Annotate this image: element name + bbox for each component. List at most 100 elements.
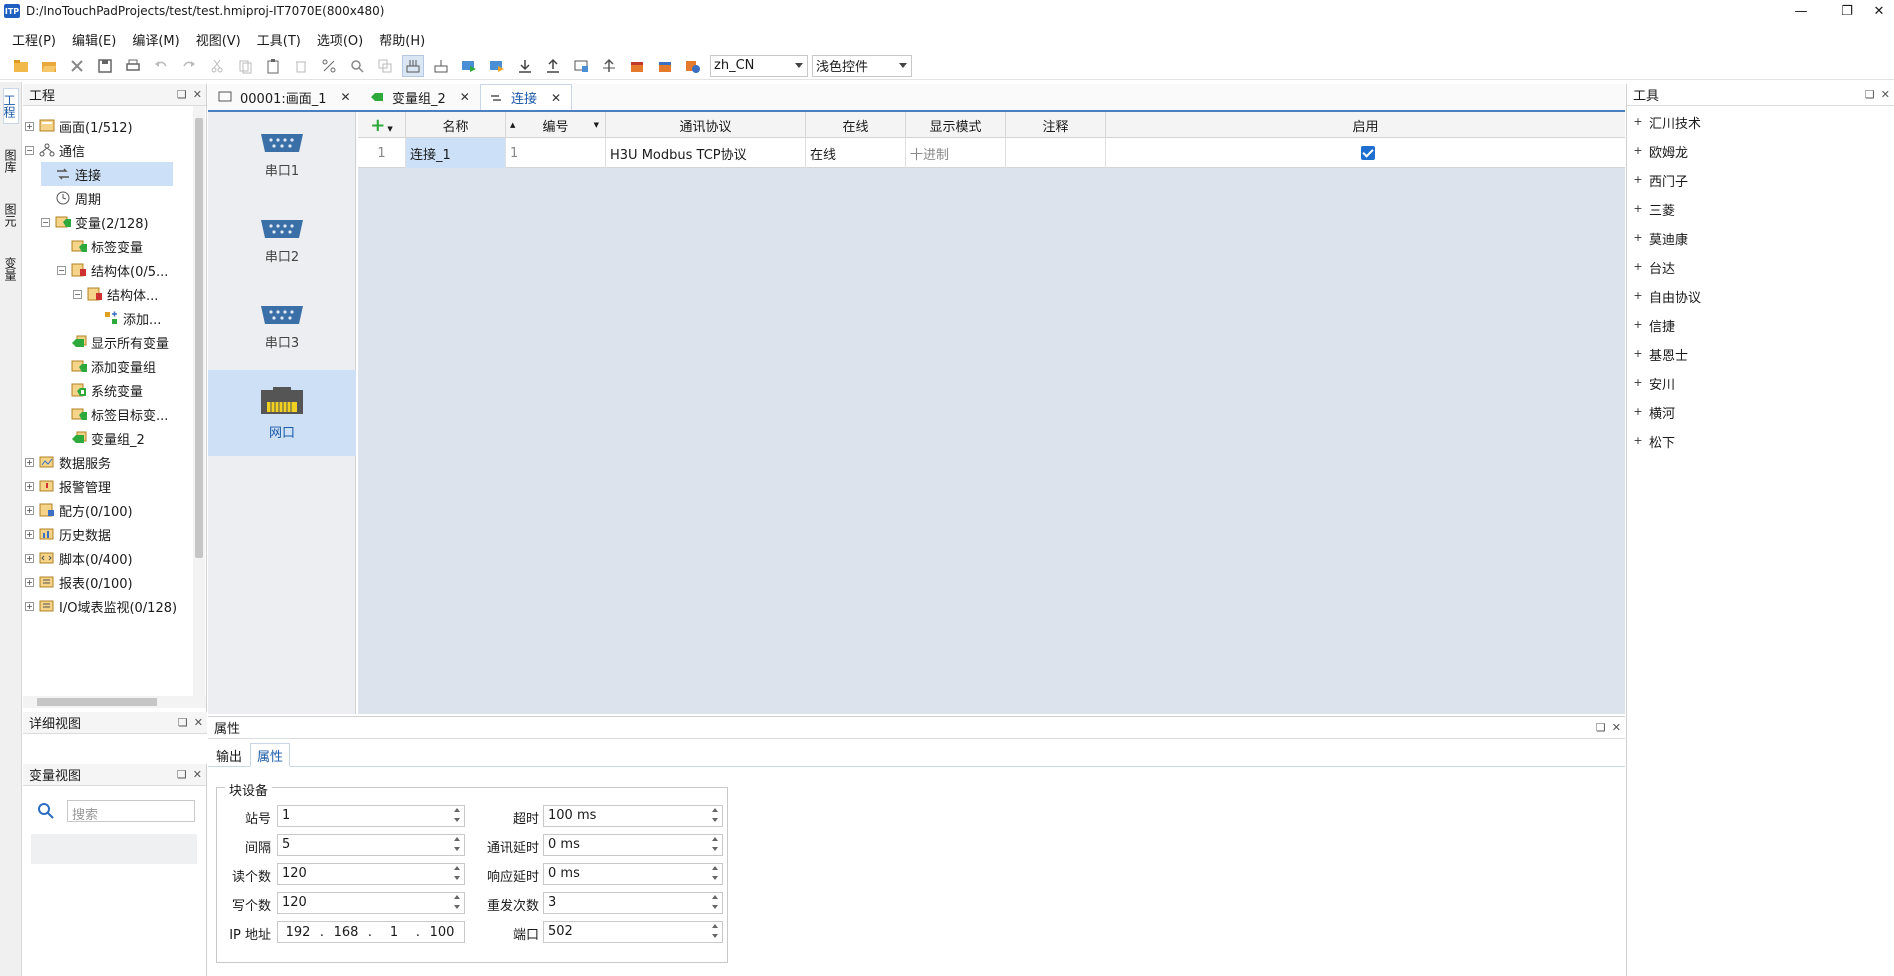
- close-icon[interactable]: ✕: [193, 88, 202, 101]
- package-icon[interactable]: [626, 55, 648, 77]
- float-icon[interactable]: ❏: [1596, 721, 1606, 734]
- close-tab-icon[interactable]: ✕: [460, 90, 470, 104]
- find-icon[interactable]: [346, 55, 368, 77]
- expand-icon[interactable]: +: [25, 121, 34, 131]
- tree-item[interactable]: 显示所有变量: [57, 330, 169, 354]
- expand-icon[interactable]: +: [1633, 377, 1643, 388]
- close-icon[interactable]: ✕: [1612, 721, 1621, 734]
- expand-icon[interactable]: +: [25, 529, 34, 539]
- collapse-icon[interactable]: −: [25, 145, 34, 155]
- expand-icon[interactable]: +: [1633, 145, 1643, 156]
- menu-help[interactable]: 帮助(H): [379, 30, 425, 49]
- menu-tools[interactable]: 工具(T): [257, 30, 301, 49]
- expand-icon[interactable]: +: [1633, 406, 1643, 417]
- tool-vendor-item[interactable]: + 安川: [1633, 371, 1675, 395]
- tree-item[interactable]: 系统变量: [57, 378, 143, 402]
- package-settings-icon[interactable]: [682, 55, 704, 77]
- spin-up-icon[interactable]: [454, 837, 460, 841]
- tab-output[interactable]: 输出: [210, 743, 248, 767]
- retry-count-input[interactable]: 3: [543, 892, 723, 914]
- float-icon[interactable]: ❏: [1865, 88, 1875, 101]
- cell-display-mode[interactable]: 十进制: [906, 138, 1006, 168]
- close-button[interactable]: ✕: [1856, 0, 1894, 22]
- col-display-mode[interactable]: 显示模式: [906, 112, 1006, 138]
- side-tab-project[interactable]: 工程: [2, 88, 19, 124]
- spin-down-icon[interactable]: [712, 847, 718, 851]
- print-icon[interactable]: [122, 55, 144, 77]
- collapse-icon[interactable]: −: [41, 217, 50, 227]
- tab-screen-1[interactable]: 00001:画面_1 ✕: [210, 84, 358, 110]
- port-input[interactable]: 502: [543, 921, 723, 943]
- tool-vendor-item[interactable]: + 莫迪康: [1633, 226, 1688, 250]
- tool-vendor-item[interactable]: + 台达: [1633, 255, 1675, 279]
- expand-icon[interactable]: +: [1633, 232, 1643, 243]
- delete-icon[interactable]: [290, 55, 312, 77]
- expand-icon[interactable]: +: [1633, 435, 1643, 446]
- download-icon[interactable]: [514, 55, 536, 77]
- spin-up-icon[interactable]: [712, 866, 718, 870]
- enabled-checkbox[interactable]: [1360, 146, 1375, 160]
- port-ethernet[interactable]: 网口: [208, 370, 356, 456]
- col-protocol[interactable]: 通讯协议: [606, 112, 806, 138]
- tree-item[interactable]: + 报表(0/100): [25, 570, 133, 594]
- spin-down-icon[interactable]: [454, 847, 460, 851]
- expand-icon[interactable]: +: [1633, 290, 1643, 301]
- write-count-input[interactable]: 120: [277, 892, 465, 914]
- close-icon[interactable]: ✕: [193, 768, 202, 781]
- variable-search-input[interactable]: 搜索: [67, 800, 195, 823]
- tool-vendor-item[interactable]: + 欧姆龙: [1633, 139, 1688, 163]
- upload-icon[interactable]: [542, 55, 564, 77]
- close-project-icon[interactable]: [66, 55, 88, 77]
- float-icon[interactable]: ❏: [177, 88, 187, 101]
- table-row[interactable]: 1 连接_1 1 H3U Modbus TCP协议 在线 十进制: [358, 138, 1625, 168]
- theme-select[interactable]: 浅色控件: [812, 54, 912, 77]
- transfer-icon[interactable]: [598, 55, 620, 77]
- device-icon[interactable]: [570, 55, 592, 77]
- port-serial-2[interactable]: 串口2: [208, 198, 356, 284]
- tool-vendor-item[interactable]: + 西门子: [1633, 168, 1688, 192]
- spin-up-icon[interactable]: [712, 895, 718, 899]
- project-tree-scrollbar[interactable]: [193, 106, 205, 696]
- ip-octet-3[interactable]: 1: [374, 925, 414, 940]
- expand-icon[interactable]: +: [25, 481, 34, 491]
- expand-icon[interactable]: +: [1633, 319, 1643, 330]
- scrollbar-thumb[interactable]: [37, 698, 157, 706]
- open-folder-icon[interactable]: [38, 55, 60, 77]
- percent-icon[interactable]: [318, 55, 340, 77]
- side-tab-variables[interactable]: 变量: [3, 254, 19, 284]
- tree-item[interactable]: 变量组_2: [57, 426, 145, 450]
- float-icon[interactable]: ❏: [177, 768, 187, 781]
- tool-vendor-item[interactable]: + 松下: [1633, 429, 1675, 453]
- redo-icon[interactable]: [178, 55, 200, 77]
- tool-vendor-item[interactable]: + 汇川技术: [1633, 110, 1701, 134]
- tree-item[interactable]: + I/O域表监视(0/128): [25, 594, 177, 618]
- tool-vendor-item[interactable]: + 基恩士: [1633, 342, 1688, 366]
- spin-up-icon[interactable]: [454, 866, 460, 870]
- tree-item[interactable]: + 脚本(0/400): [25, 546, 133, 570]
- tree-item[interactable]: − 结构体...: [73, 282, 158, 306]
- add-connection-button[interactable]: + ▼: [358, 112, 406, 138]
- collapse-icon[interactable]: −: [57, 265, 66, 275]
- undo-icon[interactable]: [150, 55, 172, 77]
- menu-options[interactable]: 选项(O): [317, 30, 363, 49]
- tool-vendor-item[interactable]: + 横河: [1633, 400, 1675, 424]
- spin-down-icon[interactable]: [712, 934, 718, 938]
- spin-down-icon[interactable]: [454, 905, 460, 909]
- expand-icon[interactable]: +: [25, 553, 34, 563]
- cell-protocol[interactable]: H3U Modbus TCP协议: [606, 138, 806, 168]
- minimize-button[interactable]: —: [1778, 0, 1824, 22]
- menu-compile[interactable]: 编译(M): [132, 30, 179, 49]
- ip-octet-1[interactable]: 192: [278, 925, 318, 940]
- side-tab-library[interactable]: 图库: [3, 146, 19, 176]
- tree-item[interactable]: − 结构体(0/5...: [57, 258, 168, 282]
- col-enabled[interactable]: 启用: [1106, 112, 1625, 138]
- tool-vendor-item[interactable]: + 信捷: [1633, 313, 1675, 337]
- tree-item[interactable]: 添加...: [89, 306, 161, 330]
- ip-octet-2[interactable]: 168: [326, 925, 366, 940]
- tree-item[interactable]: 连接: [41, 162, 173, 186]
- spin-down-icon[interactable]: [454, 876, 460, 880]
- expand-icon[interactable]: +: [25, 577, 34, 587]
- tree-item[interactable]: − 变量(2/128): [41, 210, 149, 234]
- cell-name[interactable]: 连接_1: [406, 138, 506, 168]
- tree-item[interactable]: + 数据服务: [25, 450, 111, 474]
